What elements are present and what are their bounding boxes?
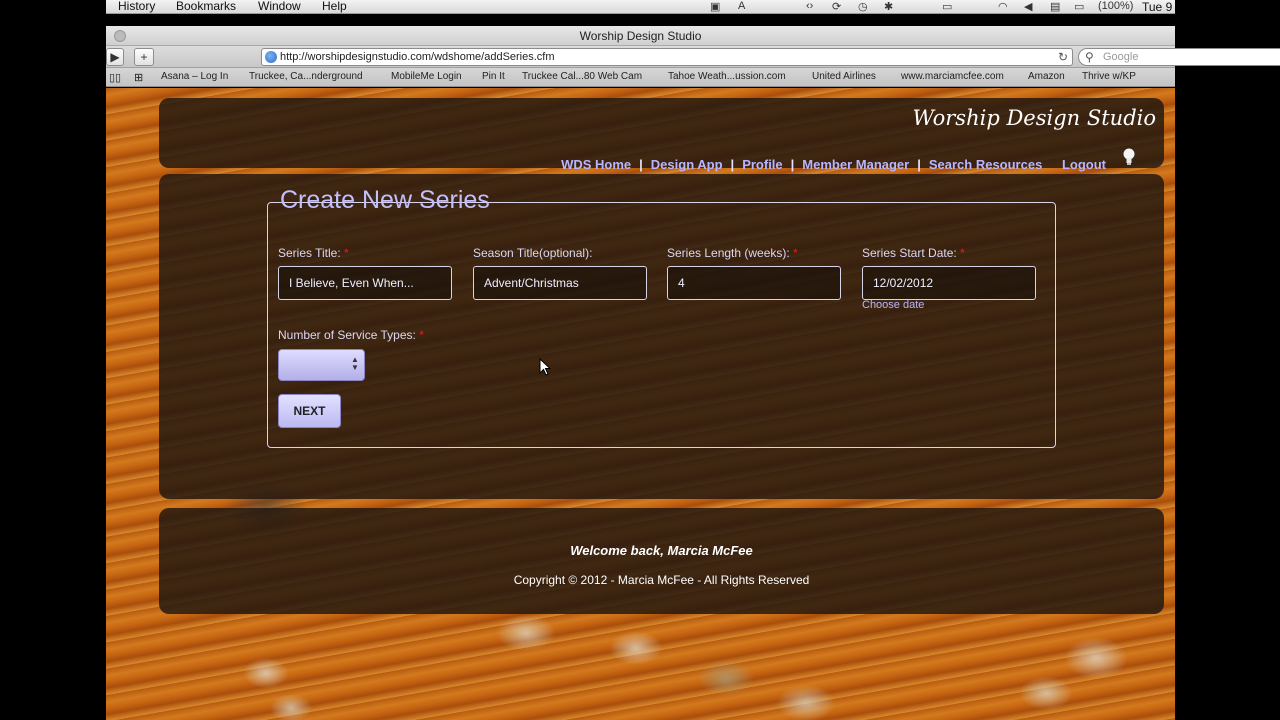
menubar-clock[interactable]: Tue 9	[1142, 0, 1172, 13]
acrobat-icon[interactable]: A	[738, 0, 745, 12]
service-types-label: Number of Service Types: *	[278, 328, 424, 342]
bookmark-amazon[interactable]: Amazon	[1028, 71, 1065, 82]
create-series-form	[267, 202, 1056, 448]
welcome-message: Welcome back, Marcia McFee	[570, 543, 753, 558]
window-close-button[interactable]	[114, 30, 126, 42]
bookmark-mobileme[interactable]: MobileMe Login	[391, 71, 462, 82]
required-marker: *	[960, 246, 965, 260]
lightbulb-icon	[1123, 148, 1135, 165]
bluetooth-icon[interactable]: ✱	[884, 0, 893, 13]
required-marker: *	[344, 246, 349, 260]
season-title-label: Season Title(optional):	[473, 246, 593, 260]
menu-bookmarks[interactable]: Bookmarks	[176, 0, 236, 13]
series-start-date-label: Series Start Date: *	[862, 246, 965, 260]
series-title-input[interactable]: I Believe, Even When...	[278, 266, 452, 300]
address-bar[interactable]: http://worshipdesignstudio.com/wdshome/a…	[261, 48, 1073, 66]
battery-icon[interactable]: ▭	[1074, 0, 1084, 13]
bookmark-thrive[interactable]: Thrive w/KP	[1082, 71, 1136, 82]
bookmark-asana[interactable]: Asana – Log In	[161, 71, 228, 82]
address-bar-url: http://worshipdesignstudio.com/wdshome/a…	[280, 51, 555, 63]
season-title-input[interactable]: Advent/Christmas	[473, 266, 647, 300]
bookmark-tahoe-weather[interactable]: Tahoe Weath...ussion.com	[668, 71, 786, 82]
series-start-date-input[interactable]: 12/02/2012	[862, 266, 1036, 300]
required-marker: *	[419, 328, 424, 342]
site-nav: WDS Home | Design App | Profile | Member Manag…	[561, 157, 1106, 172]
site-logo-title[interactable]: Worship Design Studio	[912, 106, 1156, 130]
add-bookmark-button[interactable]: +	[134, 48, 154, 66]
back-button[interactable]: ▶	[106, 48, 124, 66]
page-viewport: Worship Design Studio WDS Home | Design Ap…	[106, 88, 1175, 720]
globe-icon	[265, 51, 277, 63]
code-icon[interactable]: ‹›	[806, 0, 813, 12]
top-sites-icon[interactable]: ⊞	[134, 71, 143, 84]
bookmark-marciamcfee[interactable]: www.marciamcfee.com	[901, 71, 1004, 82]
nav-profile[interactable]: Profile	[742, 157, 782, 172]
nav-logout[interactable]: Logout	[1062, 157, 1106, 172]
nav-wds-home[interactable]: WDS Home	[561, 157, 631, 172]
time-machine-icon[interactable]: ◷	[858, 0, 868, 13]
window-title: Worship Design Studio	[579, 29, 702, 43]
screen: History Bookmarks Window Help ▣ A ‹› ⟳ ◷…	[0, 0, 1280, 720]
copyright-notice: Copyright © 2012 - Marcia McFee - All Ri…	[513, 573, 810, 587]
nav-search-resources[interactable]: Search Resources	[929, 157, 1042, 172]
series-length-label: Series Length (weeks): *	[667, 246, 798, 260]
volume-icon[interactable]: ◀	[1024, 0, 1032, 13]
mac-menubar: History Bookmarks Window Help ▣ A ‹› ⟳ ◷…	[106, 0, 1175, 14]
form-title: Create New Series	[280, 186, 490, 214]
mouse-cursor-icon	[539, 358, 551, 376]
reading-list-icon[interactable]: ▯▯	[109, 71, 121, 84]
site-header: Worship Design Studio WDS Home | Design Ap…	[159, 98, 1164, 172]
reload-icon[interactable]: ↻	[1058, 49, 1068, 65]
wifi-icon[interactable]: ◠	[998, 0, 1008, 13]
menu-window[interactable]: Window	[258, 0, 301, 13]
next-button[interactable]: NEXT	[278, 394, 341, 428]
search-input[interactable]: ⚲ Google	[1078, 48, 1280, 66]
flag-icon[interactable]: ▤	[1050, 0, 1060, 13]
bookmark-truckee-webcam[interactable]: Truckee Cal...80 Web Cam	[522, 71, 642, 82]
bookmark-truckee-underground[interactable]: Truckee, Ca...nderground	[249, 71, 363, 82]
choose-date-link[interactable]: Choose date	[862, 299, 924, 311]
window-titlebar: Worship Design Studio	[106, 26, 1175, 46]
search-icon: ⚲	[1085, 50, 1094, 64]
nav-design-app[interactable]: Design App	[651, 157, 723, 172]
battery-percent: (100%)	[1098, 0, 1134, 12]
required-marker: *	[793, 246, 798, 260]
app-status-icon[interactable]: ▣	[710, 0, 720, 13]
sync-icon[interactable]: ⟳	[832, 0, 841, 13]
bookmarks-bar: ▯▯ ⊞ Asana – Log In Truckee, Ca...ndergr…	[106, 68, 1175, 87]
bookmark-pin-it[interactable]: Pin It	[482, 71, 505, 82]
nav-member-manager[interactable]: Member Manager	[802, 157, 909, 172]
series-title-label: Series Title: *	[278, 246, 349, 260]
display-icon[interactable]: ▭	[942, 0, 952, 13]
menu-help[interactable]: Help	[322, 0, 347, 13]
select-arrows-icon: ▲ ▼	[351, 355, 359, 372]
series-length-input[interactable]: 4	[667, 266, 841, 300]
service-types-select[interactable]: ▲ ▼	[278, 349, 365, 381]
site-footer: Welcome back, Marcia McFee Copyright © 2…	[159, 508, 1164, 614]
browser-toolbar: ▶ + http://worshipdesignstudio.com/wdsho…	[106, 46, 1280, 68]
bookmark-united[interactable]: United Airlines	[812, 71, 876, 82]
menu-history[interactable]: History	[118, 0, 155, 13]
search-placeholder: Google	[1103, 51, 1139, 63]
